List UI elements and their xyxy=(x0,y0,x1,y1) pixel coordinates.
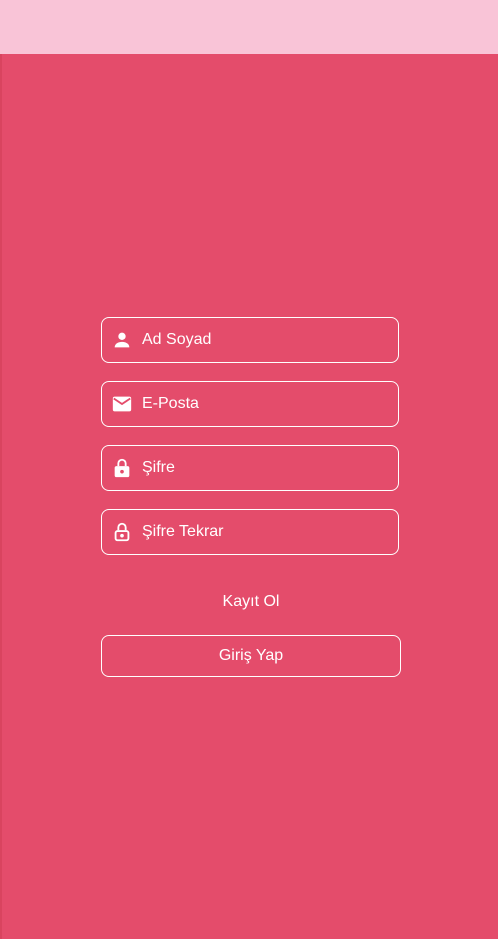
email-field[interactable]: E-Posta xyxy=(101,381,399,427)
name-field-placeholder: Ad Soyad xyxy=(142,331,212,348)
password-confirm-field[interactable]: Şifre Tekrar xyxy=(101,509,399,555)
email-field-placeholder: E-Posta xyxy=(142,395,199,412)
register-button[interactable]: Kayıt Ol xyxy=(101,586,401,618)
password-field[interactable]: Şifre xyxy=(101,445,399,491)
person-icon xyxy=(111,329,133,351)
lock-icon xyxy=(111,457,133,479)
name-field[interactable]: Ad Soyad xyxy=(101,317,399,363)
password-field-placeholder: Şifre xyxy=(142,459,175,476)
lock-outline-icon xyxy=(111,521,133,543)
login-button[interactable]: Giriş Yap xyxy=(101,635,401,677)
screen-edge xyxy=(0,54,2,939)
password-confirm-field-placeholder: Şifre Tekrar xyxy=(142,523,224,540)
mail-icon xyxy=(111,393,133,415)
status-bar xyxy=(0,0,498,54)
